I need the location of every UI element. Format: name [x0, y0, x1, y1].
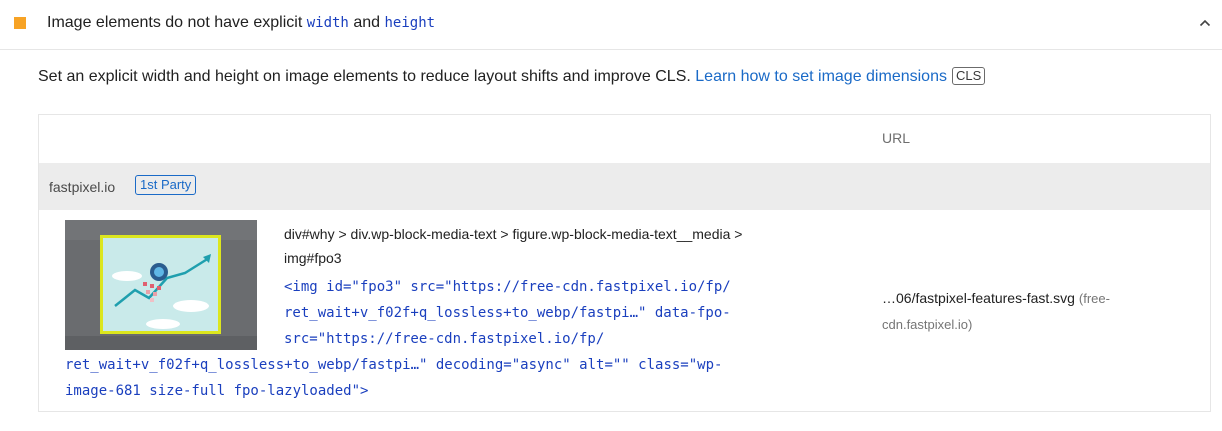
column-header-url: URL [882, 130, 911, 146]
url-cell: …06/fastpixel-features-fast.svg (free- c… [882, 285, 1182, 338]
description-text: Set an explicit width and height on imag… [38, 68, 691, 85]
group-row: fastpixel.io 1st Party [39, 163, 1210, 210]
url-text[interactable]: …06/fastpixel-features-fast.svg [882, 290, 1075, 306]
node-snippet: <img id="fpo3" src="https://free-cdn.fas… [65, 274, 825, 404]
code-height: height [384, 15, 436, 31]
audit-title-and: and [353, 14, 381, 31]
selector-line-2: img#fpo3 [284, 250, 342, 266]
audit-description: Set an explicit width and height on imag… [38, 67, 986, 87]
snippet-line-2: ret_wait+v_f02f+q_lossless+to_webp/fastp… [284, 305, 731, 321]
audit-title[interactable]: Image elements do not have explicit widt… [47, 13, 435, 33]
code-width: width [306, 15, 349, 31]
cls-badge: CLS [951, 67, 986, 85]
audit-title-text: Image elements do not have explicit [47, 14, 303, 31]
snippet-line-4: ret_wait+v_f02f+q_lossless+to_webp/fastp… [65, 357, 723, 373]
warning-icon [14, 17, 26, 29]
learn-more-link[interactable]: Learn how to set image dimensions [695, 68, 947, 85]
snippet-line-5: image-681 size-full fpo-lazyloaded"> [65, 383, 369, 399]
first-party-badge: 1st Party [135, 175, 197, 195]
snippet-line-1: <img id="fpo3" src="https://free-cdn.fas… [284, 279, 731, 295]
audit-header[interactable]: Image elements do not have explicit widt… [0, 0, 1222, 50]
node-selector: div#why > div.wp-block-media-text > figu… [284, 222, 824, 270]
url-host-line-1: (free- [1078, 291, 1110, 306]
chevron-up-icon[interactable] [1198, 16, 1212, 30]
selector-line-1: div#why > div.wp-block-media-text > figu… [284, 226, 743, 242]
snippet-line-3: src="https://free-cdn.fastpixel.io/fp/ [284, 331, 605, 347]
group-name: fastpixel.io [49, 179, 116, 195]
url-host-line-2: cdn.fastpixel.io) [882, 317, 973, 332]
details-table: URL fastpixel.io 1st Party div#why > div… [38, 114, 1211, 412]
